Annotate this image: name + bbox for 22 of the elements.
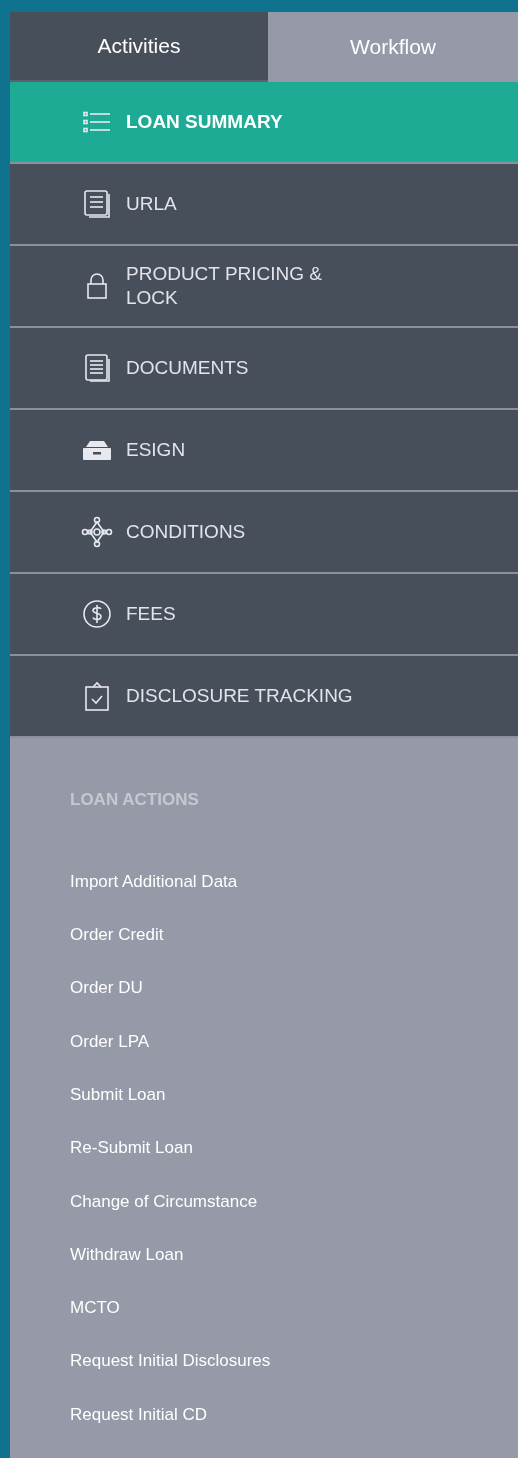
tab[interactable]: Activities xyxy=(10,12,268,82)
action-link[interactable]: Import Additional Data xyxy=(70,871,518,926)
action-link[interactable]: Re-Submit Loan xyxy=(70,1138,518,1192)
action-link[interactable]: Submit Loan xyxy=(70,1084,518,1139)
nav-label: PRODUCT PRICING & LOCK xyxy=(126,261,323,310)
nav-item[interactable]: LOAN SUMMARY xyxy=(10,81,518,164)
action-link[interactable]: Request Initial CD xyxy=(70,1404,518,1458)
action-link[interactable]: Order LPA xyxy=(70,1031,518,1085)
nav-label: URLA xyxy=(126,191,177,216)
nav-label: LOAN SUMMARY xyxy=(126,109,283,134)
action-link[interactable]: Request Initial Disclosures xyxy=(70,1351,518,1405)
action-link[interactable]: Order Credit xyxy=(70,925,518,979)
nav-label: FEES xyxy=(126,601,176,626)
action-link[interactable]: Order DU xyxy=(70,978,518,1032)
action-link[interactable]: MCTO xyxy=(70,1298,518,1352)
nav-label: DISCLOSURE TRACKING xyxy=(126,683,353,708)
nav-label: DOCUMENTS xyxy=(126,355,249,380)
action-link[interactable]: Withdraw Loan xyxy=(70,1244,518,1299)
network-icon xyxy=(80,514,114,549)
action-link[interactable]: Change of Circumstance xyxy=(70,1191,518,1245)
nav-label: ESIGN xyxy=(126,437,186,462)
nav-label: CONDITIONS xyxy=(126,519,246,544)
